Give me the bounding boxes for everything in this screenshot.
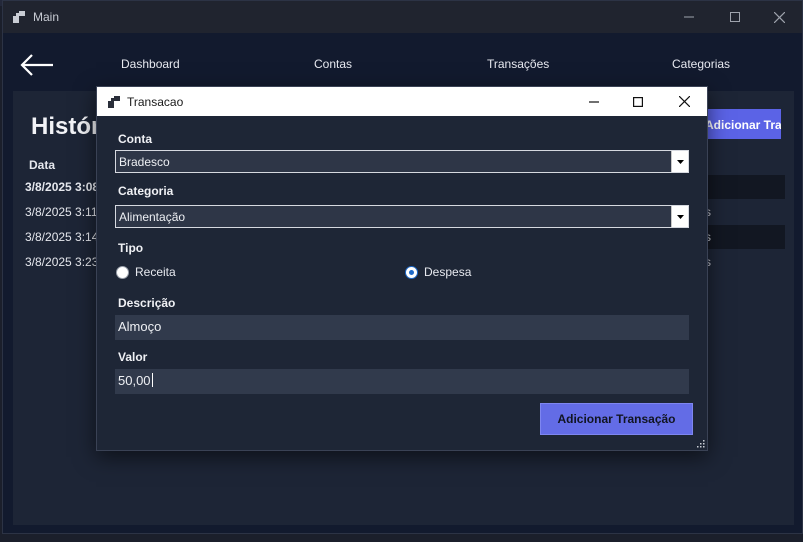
conta-combobox[interactable]: Bradesco bbox=[115, 150, 689, 173]
valor-value: 50,00 bbox=[118, 373, 151, 388]
radio-despesa-label: Despesa bbox=[424, 265, 472, 279]
close-icon bbox=[773, 11, 785, 23]
descricao-input[interactable]: Almoço bbox=[115, 315, 689, 340]
chevron-down-icon bbox=[676, 214, 684, 219]
dialog-titlebar[interactable]: Transacao bbox=[97, 87, 707, 116]
add-transaction-button[interactable]: Adicionar Transação bbox=[707, 109, 781, 139]
window-app-icon bbox=[108, 96, 120, 108]
dialog-maximize-button[interactable] bbox=[615, 87, 661, 116]
valor-label: Valor bbox=[118, 350, 148, 364]
conta-value: Bradesco bbox=[119, 155, 170, 169]
categoria-label: Categoria bbox=[118, 184, 174, 198]
window-app-icon bbox=[13, 11, 25, 23]
nav-categorias[interactable]: Categorias bbox=[672, 57, 730, 71]
nav-dashboard[interactable]: Dashboard bbox=[121, 57, 180, 71]
categoria-value: Alimentação bbox=[119, 210, 186, 224]
tipo-label: Tipo bbox=[118, 241, 144, 255]
dialog-title: Transacao bbox=[127, 95, 184, 109]
maximize-icon bbox=[730, 12, 740, 22]
close-button[interactable] bbox=[756, 1, 802, 33]
row-date: 3/8/2025 3:11 bbox=[25, 205, 98, 219]
radio-despesa-indicator[interactable] bbox=[405, 265, 418, 279]
row-stripe bbox=[707, 225, 785, 249]
nav-contas[interactable]: Contas bbox=[314, 57, 352, 71]
valor-input[interactable]: 50,00 bbox=[115, 369, 689, 394]
nav-bar: Dashboard Contas Transações Categorias bbox=[3, 33, 802, 91]
submit-transaction-button[interactable]: Adicionar Transação bbox=[540, 403, 693, 435]
row-date: 3/8/2025 3:08 bbox=[25, 180, 100, 194]
chevron-down-icon bbox=[676, 159, 684, 164]
radio-receita[interactable]: Receita bbox=[116, 265, 176, 279]
minimize-icon bbox=[589, 100, 599, 103]
transaction-dialog: Transacao Conta Bradesco Categoria Alime… bbox=[96, 86, 708, 451]
maximize-button[interactable] bbox=[712, 1, 758, 33]
dialog-close-button[interactable] bbox=[661, 87, 707, 116]
radio-receita-indicator[interactable] bbox=[116, 265, 129, 279]
valor-value-wrap: 50,00 bbox=[118, 373, 153, 388]
radio-receita-label: Receita bbox=[135, 265, 176, 279]
dialog-minimize-button[interactable] bbox=[571, 87, 617, 116]
conta-label: Conta bbox=[118, 132, 152, 146]
minimize-button[interactable] bbox=[666, 1, 712, 33]
close-icon bbox=[678, 96, 690, 107]
descricao-value: Almoço bbox=[118, 319, 162, 334]
row-date: 3/8/2025 3:23 bbox=[25, 255, 99, 269]
maximize-icon bbox=[633, 96, 643, 107]
descricao-label: Descrição bbox=[118, 296, 176, 310]
conta-dropdown-button[interactable] bbox=[671, 151, 688, 172]
categoria-dropdown-button[interactable] bbox=[671, 206, 688, 227]
main-titlebar: Main bbox=[3, 1, 802, 33]
date-column-header: Data bbox=[29, 158, 56, 172]
minimize-icon bbox=[684, 16, 694, 18]
radio-despesa[interactable]: Despesa bbox=[405, 265, 471, 279]
row-stripe bbox=[707, 175, 785, 199]
nav-transacoes[interactable]: Transações bbox=[487, 57, 549, 71]
text-caret bbox=[151, 373, 153, 387]
main-window-title: Main bbox=[33, 10, 60, 24]
resize-grip-icon[interactable] bbox=[697, 440, 705, 448]
back-arrow-icon[interactable] bbox=[19, 53, 55, 77]
categoria-combobox[interactable]: Alimentação bbox=[115, 205, 689, 228]
row-date: 3/8/2025 3:14 bbox=[25, 230, 99, 244]
